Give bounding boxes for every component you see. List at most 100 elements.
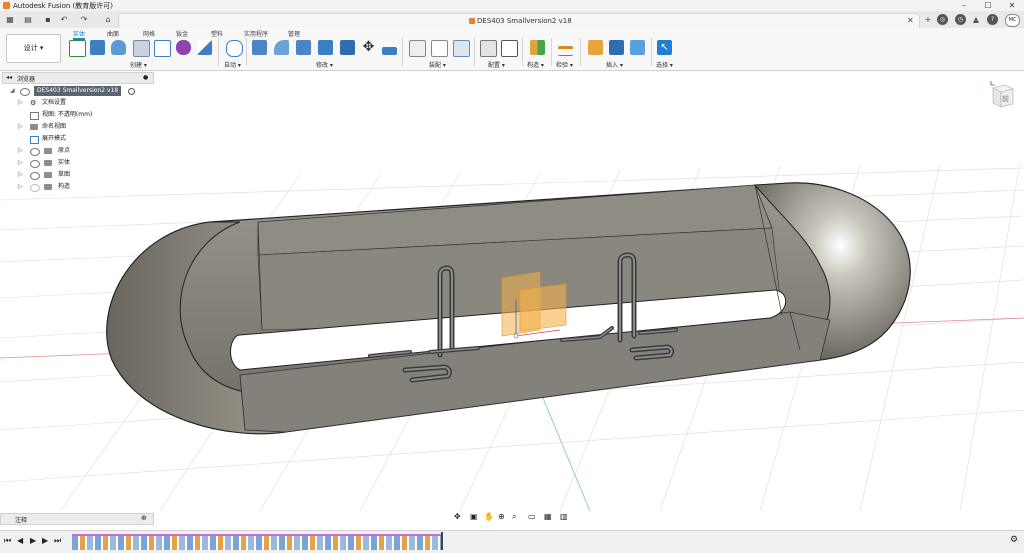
combine-icon[interactable] xyxy=(340,40,355,55)
expand-arrow-icon[interactable]: ▷ xyxy=(18,170,24,180)
browser-item-named-views[interactable]: ▷ 命名视图 xyxy=(18,122,138,132)
expand-arrow-icon[interactable]: ▷ xyxy=(18,182,24,192)
offset-plane-icon[interactable] xyxy=(530,40,545,55)
create-form-icon[interactable] xyxy=(176,40,191,55)
revolve-icon[interactable] xyxy=(111,40,126,55)
expand-arrow-icon[interactable]: ▷ xyxy=(18,146,24,156)
insert-group-label[interactable]: 插入 ▾ xyxy=(606,60,623,69)
assemble-group-label[interactable]: 装配 ▾ xyxy=(429,60,446,69)
create-group-label[interactable]: 创建 ▾ xyxy=(130,60,147,69)
new-tab-icon[interactable]: + xyxy=(922,14,934,25)
extensions-icon[interactable]: ◎ xyxy=(937,14,948,25)
step-back-icon[interactable]: ◀ xyxy=(17,536,23,545)
press-pull-icon[interactable] xyxy=(252,40,267,55)
automate-group-label[interactable]: 自动 ▾ xyxy=(224,60,241,69)
fillet-icon[interactable] xyxy=(274,40,289,55)
comments-panel[interactable]: 注释 ⊕ xyxy=(0,513,154,525)
create-sketch-icon[interactable] xyxy=(69,40,86,57)
save-icon[interactable]: ▪ xyxy=(42,14,54,25)
maximize-button[interactable]: ☐ xyxy=(978,0,998,11)
user-avatar[interactable]: MC xyxy=(1005,14,1020,27)
move-icon[interactable]: ✥ xyxy=(361,40,376,55)
display-settings-icon[interactable]: ▭ xyxy=(528,512,536,521)
insert-derive-icon[interactable] xyxy=(588,40,603,55)
tab-plastic[interactable]: 塑料 xyxy=(211,29,223,38)
hole-icon[interactable] xyxy=(133,40,150,57)
parameters-icon[interactable] xyxy=(501,40,518,57)
visibility-eye-icon[interactable] xyxy=(20,88,30,96)
tab-mesh[interactable]: 网格 xyxy=(143,29,155,38)
tab-solid[interactable]: 实体 xyxy=(73,29,86,40)
select-group-label[interactable]: 选择 ▾ xyxy=(656,60,673,69)
align-icon[interactable] xyxy=(382,47,397,55)
browser-item-bodies[interactable]: ▷ 实体 xyxy=(18,158,138,168)
expand-arrow-icon[interactable]: ▷ xyxy=(18,158,24,168)
timeline-settings-icon[interactable]: ⚙ xyxy=(1010,535,1018,545)
undo-icon[interactable]: ↶ xyxy=(58,14,70,25)
select-icon[interactable]: ↖ xyxy=(657,40,672,55)
browser-item-sketches[interactable]: ▷ 草图 xyxy=(18,170,138,180)
grid-settings-icon[interactable]: ▦ xyxy=(544,512,552,521)
insert-canvas-icon[interactable] xyxy=(630,40,645,55)
tab-sheet-metal[interactable]: 钣金 xyxy=(176,29,188,38)
visibility-eye-icon[interactable] xyxy=(30,148,40,156)
look-at-icon[interactable]: ▣ xyxy=(470,512,478,521)
workspace-switcher[interactable]: 设计 ▾ xyxy=(6,34,61,63)
step-forward-icon[interactable]: ▶ xyxy=(42,536,48,545)
grid-menu-icon[interactable]: ▦ xyxy=(4,14,16,25)
viewcube[interactable]: 前 xyxy=(988,80,1016,110)
extrude-icon[interactable] xyxy=(90,40,105,55)
document-tab[interactable]: DES403 Smallversion2 v18 ✕ xyxy=(118,13,920,29)
browser-pin-icon[interactable]: ● xyxy=(143,74,148,81)
zoom-icon[interactable]: ⊕ xyxy=(498,512,505,521)
viewport-canvas[interactable] xyxy=(0,71,1024,511)
browser-item-construction[interactable]: ▷ 构造 xyxy=(18,182,138,192)
browser-item-units[interactable]: 视图: 不透明(mm) xyxy=(18,110,138,120)
automate-icon[interactable] xyxy=(226,40,243,57)
help-icon[interactable]: ? xyxy=(987,14,998,25)
collapse-panel-icon[interactable]: ◂◂ xyxy=(6,74,12,81)
go-to-end-icon[interactable]: ⏭ xyxy=(54,536,61,546)
minimize-button[interactable]: – xyxy=(954,0,974,11)
tab-surface[interactable]: 曲面 xyxy=(107,29,119,38)
inspect-group-label[interactable]: 检验 ▾ xyxy=(556,60,573,69)
close-tab-icon[interactable]: ✕ xyxy=(907,16,914,25)
timeline-marker[interactable] xyxy=(441,532,443,550)
modify-group-label[interactable]: 修改 ▾ xyxy=(316,60,333,69)
expand-arrow-icon[interactable]: ▷ xyxy=(18,122,24,132)
timeline-feature-strip[interactable] xyxy=(72,534,442,550)
shell-icon[interactable] xyxy=(318,40,333,55)
construct-group-label[interactable]: 构造 ▾ xyxy=(527,60,544,69)
visibility-eye-icon[interactable] xyxy=(30,184,40,192)
measure-icon[interactable] xyxy=(558,46,573,56)
browser-item-document-settings[interactable]: ▷ ⚙ 文档设置 xyxy=(18,98,138,108)
insert-mesh-icon[interactable] xyxy=(609,40,624,55)
activate-radio-icon[interactable] xyxy=(128,88,135,95)
go-to-start-icon[interactable]: ⏮ xyxy=(4,536,11,546)
chamfer-icon[interactable] xyxy=(296,40,311,55)
redo-icon[interactable]: ↷ xyxy=(78,14,90,25)
pan-icon[interactable]: ✋ xyxy=(484,512,494,521)
jobs-icon[interactable]: ◷ xyxy=(955,14,966,25)
as-built-joint-icon[interactable] xyxy=(453,40,470,57)
pattern-icon[interactable] xyxy=(154,40,171,57)
tab-manage[interactable]: 管理 xyxy=(288,29,300,38)
browser-item-origin[interactable]: ▷ 原点 xyxy=(18,146,138,156)
configure-icon[interactable] xyxy=(480,40,497,57)
browser-item-layout[interactable]: 展开模式 xyxy=(18,134,138,144)
tab-utilities[interactable]: 实用程序 xyxy=(244,29,268,38)
viewports-icon[interactable]: ▥ xyxy=(560,512,568,521)
new-component-icon[interactable] xyxy=(409,40,426,57)
visibility-eye-icon[interactable] xyxy=(30,160,40,168)
browser-root-row[interactable]: ◢ DES403 Smallversion2 v18 xyxy=(8,86,138,96)
mirror-icon[interactable] xyxy=(197,40,212,55)
expand-arrow-icon[interactable]: ▷ xyxy=(18,98,24,108)
play-icon[interactable]: ▶ xyxy=(30,536,36,545)
fit-icon[interactable]: ⌕ xyxy=(512,512,516,522)
comments-add-icon[interactable]: ⊕ xyxy=(141,514,147,522)
orbit-icon[interactable]: ✥ xyxy=(454,512,461,521)
file-menu-icon[interactable]: ▤ xyxy=(22,14,34,25)
configure-group-label[interactable]: 配置 ▾ xyxy=(488,60,505,69)
close-window-button[interactable]: ✕ xyxy=(1002,0,1022,11)
expand-arrow-icon[interactable]: ◢ xyxy=(10,86,16,96)
